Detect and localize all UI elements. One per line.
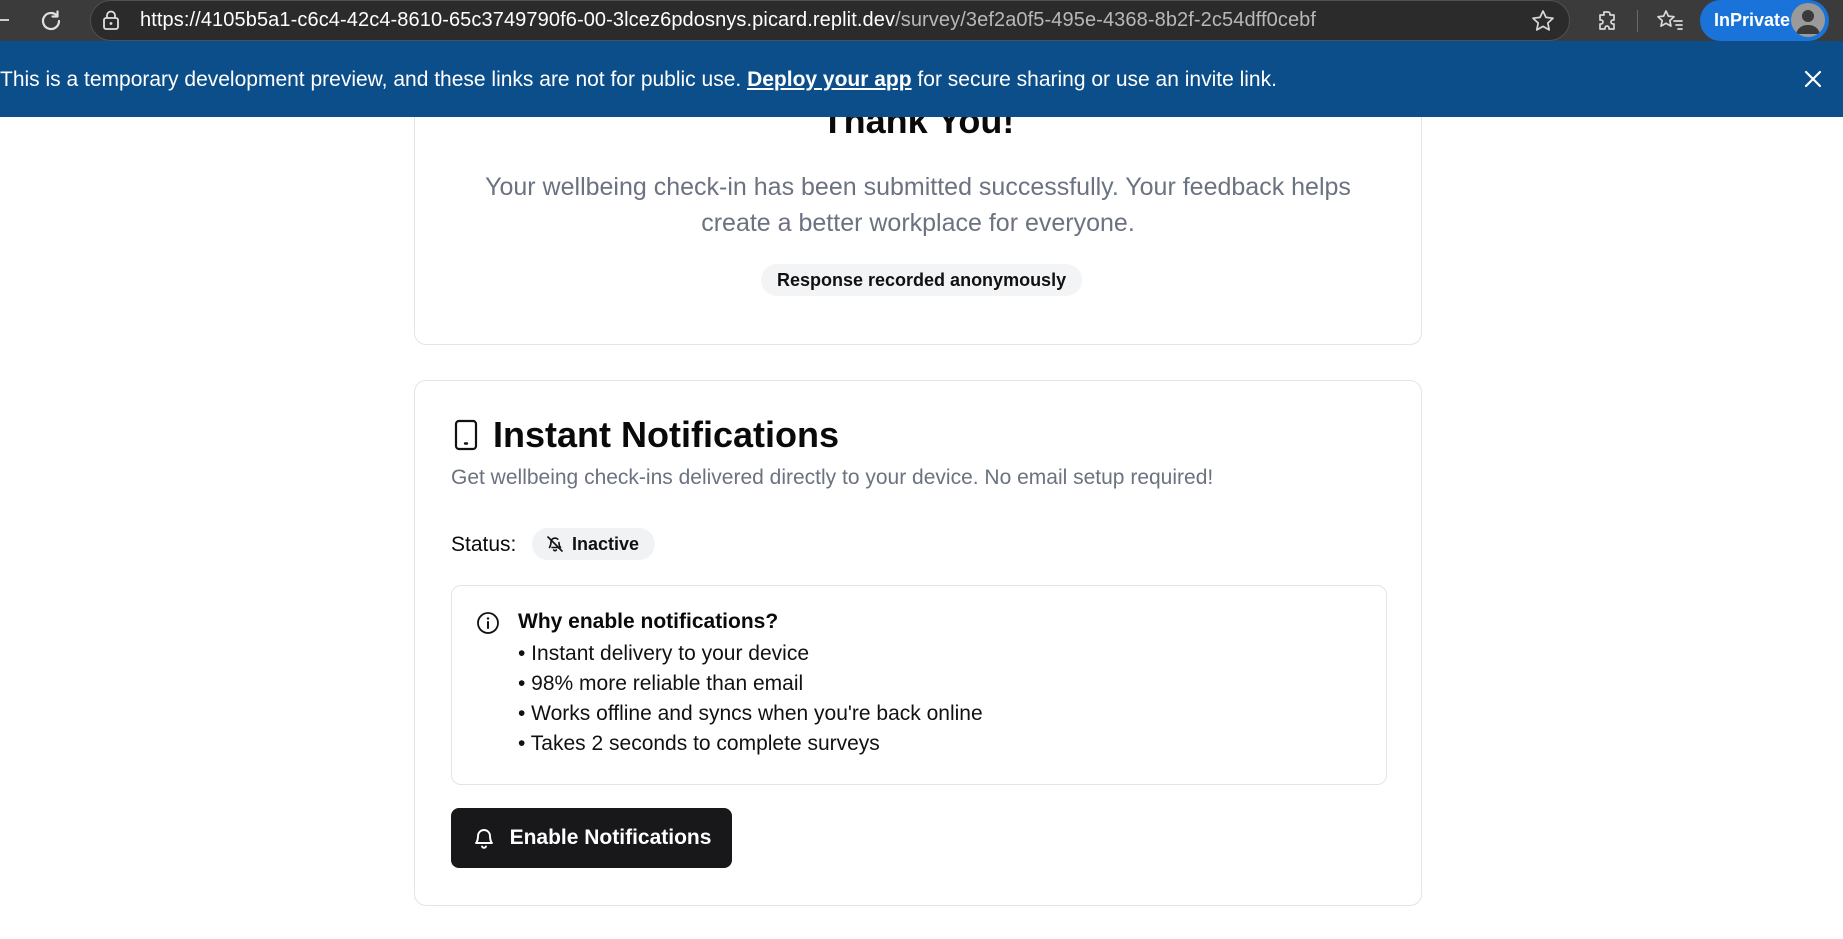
status-value: Inactive: [572, 533, 640, 554]
browser-toolbar-overlay: [0, 0, 1843, 41]
status-badge: Inactive: [532, 528, 656, 560]
list-item: • Takes 2 seconds to complete surveys: [518, 732, 880, 755]
instant-notifications-card: Instant Notifications Get wellbeing chec…: [414, 380, 1422, 906]
enable-notifications-button[interactable]: Enable Notifications: [451, 808, 732, 868]
thank-you-message: Your wellbeing check-in has been submitt…: [485, 173, 1351, 237]
dev-banner-text-after-overlay: for secure sharing or use an invite link…: [911, 68, 1277, 91]
list-item: • Works offline and syncs when you're ba…: [518, 702, 983, 725]
bell-icon: [474, 829, 493, 849]
benefits-list: • Instant delivery to your device • 98% …: [518, 639, 983, 759]
deploy-app-link-overlay[interactable]: Deploy your app: [747, 68, 912, 91]
status-label: Status:: [451, 533, 517, 556]
notifications-title: Instant Notifications: [493, 414, 840, 455]
anonymous-badge: Response recorded anonymously: [761, 264, 1083, 296]
dev-banner-text-before-overlay: This is a temporary development preview,…: [0, 68, 748, 91]
info-icon: [477, 612, 499, 634]
list-item: • 98% more reliable than email: [518, 672, 804, 695]
dev-banner-text-overlay: This is a temporary development preview,…: [0, 68, 1277, 92]
bell-off-icon: [547, 536, 563, 552]
notifications-description: Get wellbeing check-ins delivered direct…: [451, 466, 1214, 489]
smartphone-icon: [454, 419, 478, 451]
dev-preview-banner-overlay: This is a temporary development preview,…: [0, 41, 1843, 117]
enable-notifications-label: Enable Notifications: [509, 826, 712, 849]
why-enable-box: Why enable notifications? • Instant deli…: [451, 585, 1387, 785]
list-item: • Instant delivery to your device: [518, 642, 809, 665]
why-enable-title: Why enable notifications?: [518, 610, 779, 633]
banner-close-icon[interactable]: [1802, 68, 1824, 90]
